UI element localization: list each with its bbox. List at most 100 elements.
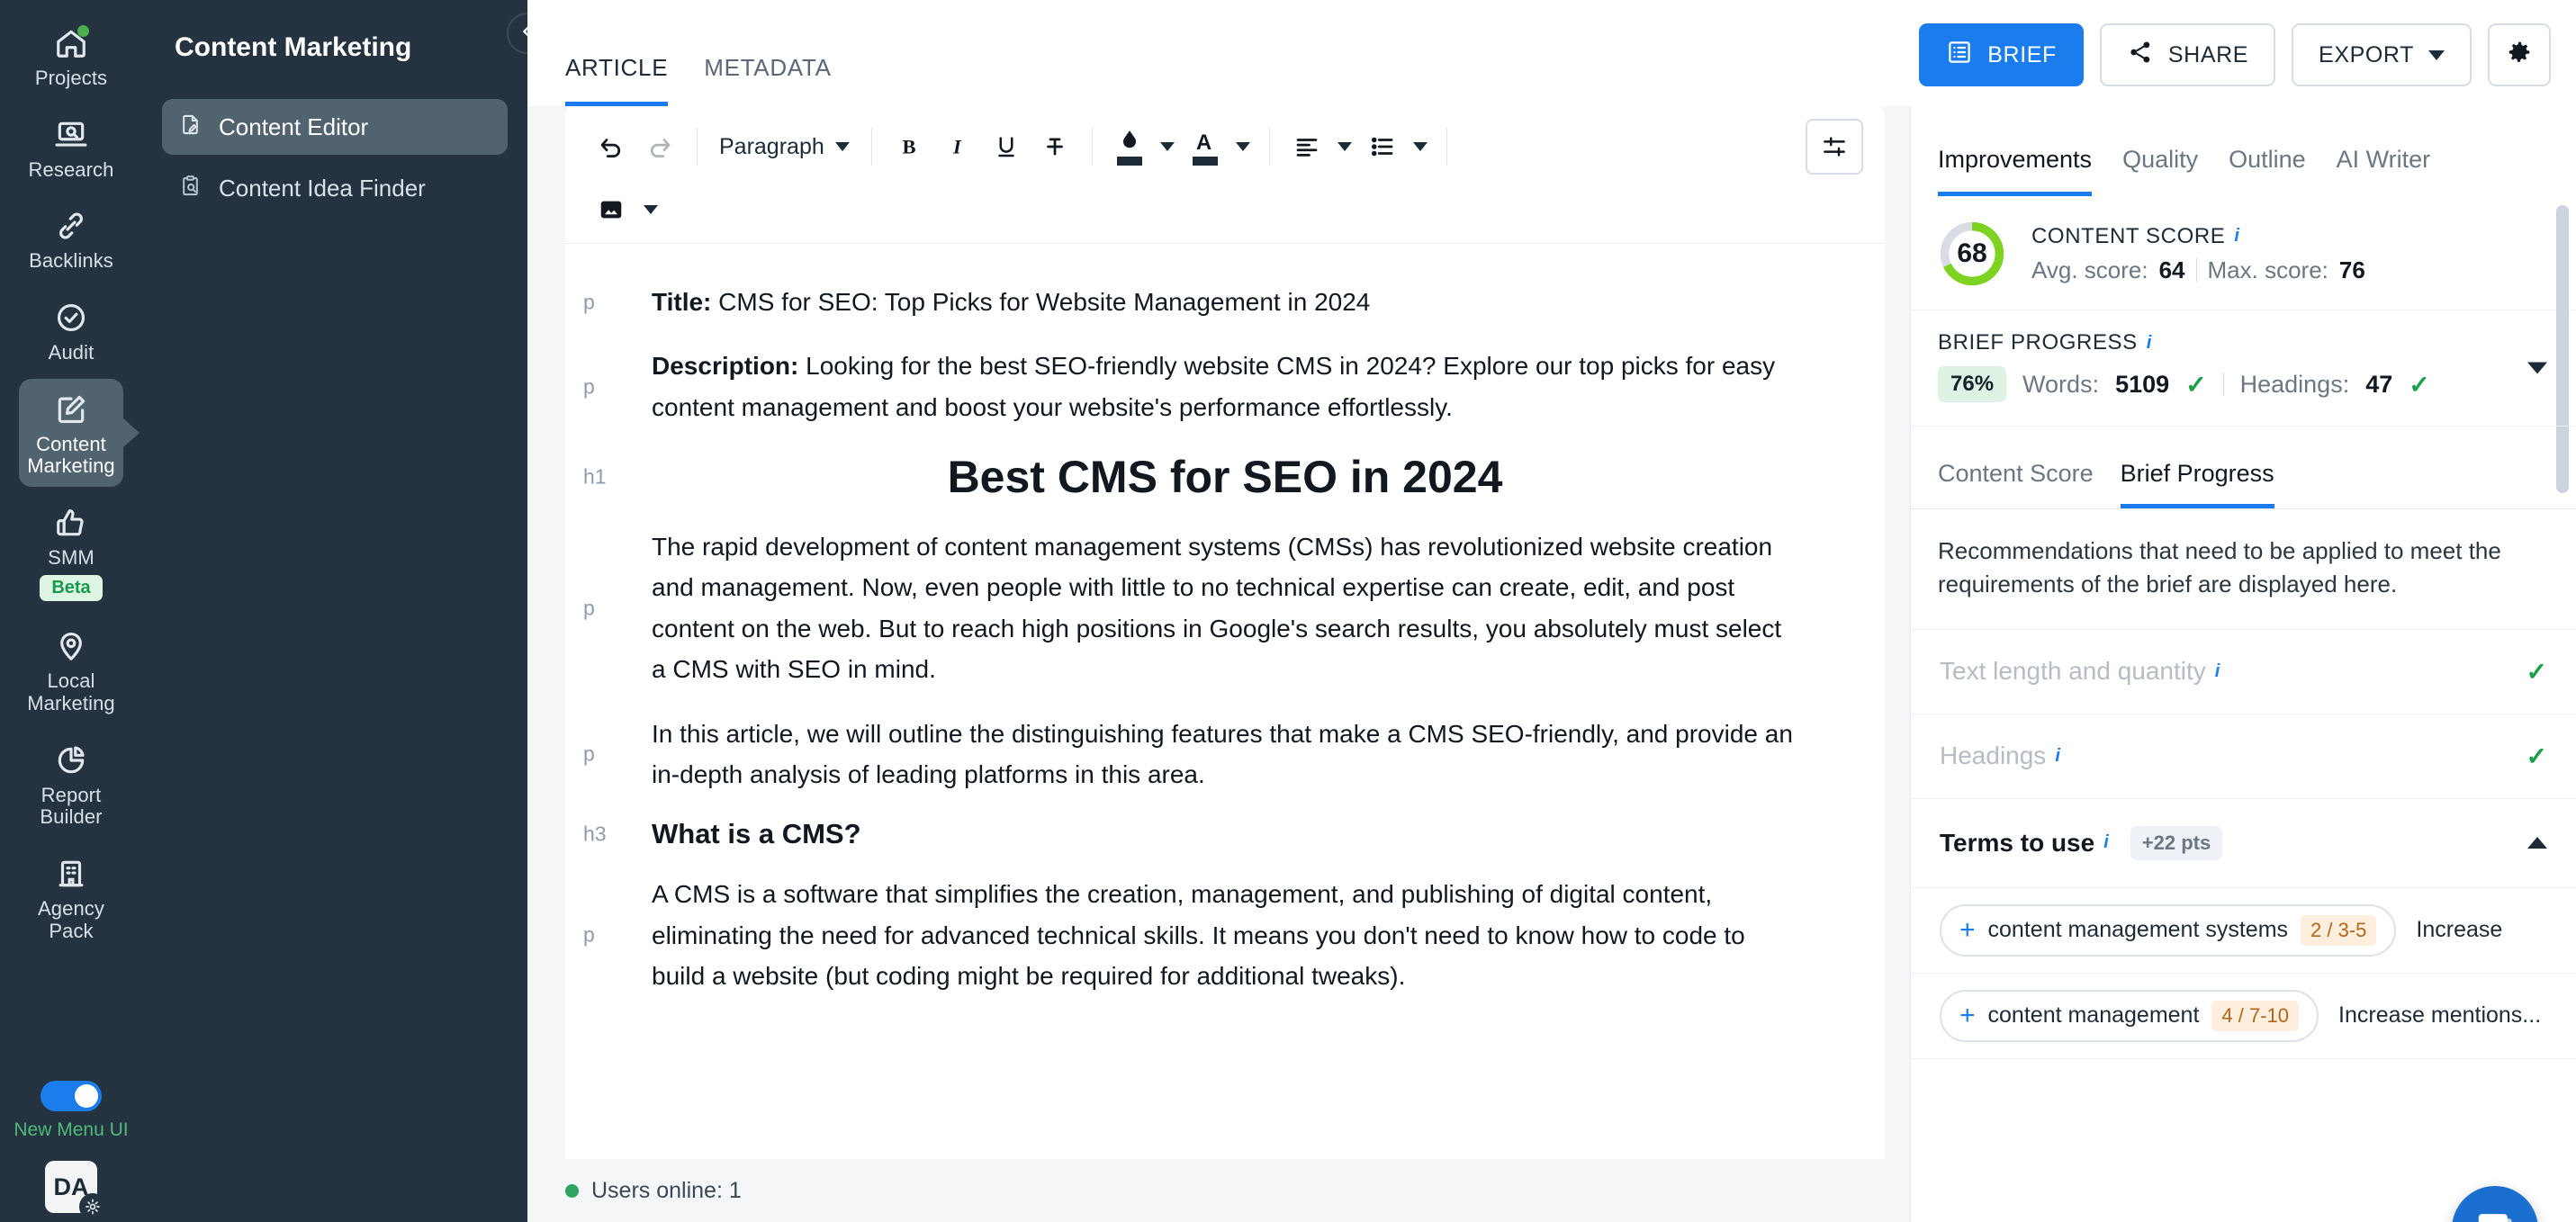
editor-tabs: ARTICLE METADATA	[565, 0, 832, 106]
subtab-brief-progress[interactable]: Brief Progress	[2121, 460, 2274, 508]
rail-item-projects[interactable]: Projects	[19, 13, 123, 99]
document-block[interactable]: h3 What is a CMS?	[652, 818, 1798, 850]
toolbar-divider	[1092, 128, 1093, 166]
rail-item-report-builder[interactable]: Report Builder	[19, 730, 123, 838]
italic-button[interactable]: I	[933, 122, 982, 171]
document-block[interactable]: p Description: Looking for the best SEO-…	[652, 346, 1798, 427]
font-color-icon[interactable]: A	[1181, 122, 1229, 171]
document-block[interactable]: h1 Best CMS for SEO in 2024	[652, 451, 1798, 503]
new-menu-ui-toggle[interactable]	[41, 1081, 102, 1111]
editor-settings-icon[interactable]	[1806, 119, 1863, 175]
bold-button[interactable]: B	[885, 122, 933, 171]
info-icon[interactable]: i	[2055, 746, 2060, 767]
content-score-texts: CONTENT SCORE i Avg. score: 64 Max. scor…	[2031, 224, 2365, 284]
avatar[interactable]: DA	[45, 1161, 97, 1213]
subtab-content-score[interactable]: Content Score	[1938, 460, 2094, 508]
rail-item-local-marketing[interactable]: Local Marketing	[19, 615, 123, 723]
building-icon	[51, 854, 91, 894]
list-dropdown[interactable]	[1407, 122, 1434, 171]
section-text-length[interactable]: Text length and quantity i ✓	[1911, 630, 2576, 714]
document-block[interactable]: p In this article, we will outline the d…	[652, 714, 1798, 795]
words-value: 5109	[2115, 371, 2169, 399]
font-color-dropdown[interactable]	[1229, 122, 1256, 171]
map-pin-icon	[51, 626, 91, 666]
rail-label: SMM	[48, 547, 95, 570]
block-tag-gutter	[565, 244, 641, 1159]
image-icon[interactable]	[587, 185, 635, 234]
document-block[interactable]: p A CMS is a software that simplifies th…	[652, 874, 1798, 996]
section-toggle[interactable]	[2527, 837, 2547, 849]
align-dropdown[interactable]	[1331, 122, 1358, 171]
max-score-value: 76	[2339, 256, 2365, 284]
rail-item-research[interactable]: Research	[19, 104, 123, 191]
term-row: + content management systems 2 / 3-5 Inc…	[1911, 888, 2576, 974]
brief-button[interactable]: BRIEF	[1919, 23, 2084, 86]
check-circle-icon	[51, 298, 91, 337]
align-left-icon[interactable]	[1283, 122, 1331, 171]
tab-outline[interactable]: Outline	[2229, 146, 2306, 196]
sidebar-item-content-idea-finder[interactable]: Content Idea Finder	[162, 160, 508, 216]
share-button[interactable]: SHARE	[2100, 23, 2275, 86]
highlight-color-dropdown[interactable]	[1154, 122, 1181, 171]
tab-article[interactable]: ARTICLE	[565, 54, 668, 106]
settings-button[interactable]	[2488, 23, 2551, 86]
rail-item-backlinks[interactable]: Backlinks	[19, 195, 123, 282]
sidebar-title: Content Marketing	[162, 20, 508, 63]
tab-quality[interactable]: Quality	[2122, 146, 2198, 196]
link-icon	[51, 206, 91, 246]
term-chip[interactable]: + content management systems 2 / 3-5	[1940, 904, 2396, 957]
gear-icon[interactable]	[79, 1193, 106, 1220]
term-chip[interactable]: + content management 4 / 7-10	[1940, 990, 2319, 1042]
export-button[interactable]: EXPORT	[2292, 23, 2472, 86]
undo-icon[interactable]	[587, 122, 635, 171]
document-block[interactable]: p The rapid development of content manag…	[652, 526, 1798, 689]
tab-ai-writer[interactable]: AI Writer	[2337, 146, 2431, 196]
document-block[interactable]: p Title: CMS for SEO: Top Picks for Webs…	[652, 282, 1798, 322]
tab-metadata[interactable]: METADATA	[704, 54, 831, 106]
rail-item-audit[interactable]: Audit	[19, 287, 123, 373]
rail-item-content-marketing[interactable]: Content Marketing	[19, 379, 123, 487]
research-icon	[51, 115, 91, 155]
bullet-list-icon[interactable]	[1358, 122, 1407, 171]
image-dropdown[interactable]	[635, 185, 666, 234]
sidebar-items: Content Editor Content Idea Finder	[162, 99, 508, 216]
notification-dot	[77, 25, 89, 37]
chevron-up-icon	[2527, 837, 2547, 849]
rail-item-smm[interactable]: SMM Beta	[19, 492, 123, 611]
avg-score-label: Avg. score:	[2031, 256, 2148, 284]
underline-button[interactable]	[982, 122, 1031, 171]
info-icon[interactable]: i	[2215, 661, 2220, 682]
svg-text:I: I	[952, 136, 962, 158]
brief-progress-expand-button[interactable]	[2527, 363, 2547, 374]
sidebar-item-content-editor[interactable]: Content Editor	[162, 99, 508, 155]
share-icon	[2127, 39, 2154, 72]
editor-column: Paragraph B I	[527, 106, 1910, 1159]
info-icon[interactable]: i	[2103, 832, 2109, 853]
section-terms-to-use[interactable]: Terms to use i +22 pts	[1911, 799, 2576, 888]
tab-improvements[interactable]: Improvements	[1938, 146, 2092, 196]
avg-score-value: 64	[2159, 256, 2185, 284]
document-canvas[interactable]: p Title: CMS for SEO: Top Picks for Webs…	[565, 244, 1885, 1159]
paragraph-text: In this article, we will outline the dis…	[652, 714, 1798, 795]
rail-label: Content Marketing	[23, 434, 120, 478]
rail-label: Report Builder	[23, 785, 120, 829]
redo-icon[interactable]	[635, 122, 684, 171]
content-score-title-row: CONTENT SCORE i	[2031, 224, 2365, 249]
brief-progress-stats: 76% Words: 5109 ✓ Headings: 47 ✓	[1938, 366, 2549, 402]
info-icon[interactable]: i	[2234, 226, 2239, 247]
divider	[2223, 373, 2224, 396]
section-headings[interactable]: Headings i ✓	[1911, 714, 2576, 799]
check-icon: ✓	[2185, 370, 2206, 400]
strikethrough-button[interactable]	[1031, 122, 1079, 171]
section-label: Text length and quantity	[1940, 657, 2206, 686]
highlight-color-icon[interactable]	[1105, 122, 1154, 171]
panel-scroll-area[interactable]: 68 CONTENT SCORE i Avg. score: 64	[1911, 196, 2576, 1222]
document-body[interactable]: p Title: CMS for SEO: Top Picks for Webs…	[641, 244, 1885, 1159]
svg-text:A: A	[1196, 130, 1211, 155]
rail-label: Backlinks	[29, 250, 113, 273]
block-format-select[interactable]: Paragraph	[710, 122, 859, 171]
panel-note: Recommendations that need to be applied …	[1911, 509, 2576, 630]
content-score-ring: 68	[1938, 220, 2006, 288]
rail-item-agency-pack[interactable]: Agency Pack	[19, 843, 123, 951]
info-icon[interactable]: i	[2147, 333, 2152, 354]
